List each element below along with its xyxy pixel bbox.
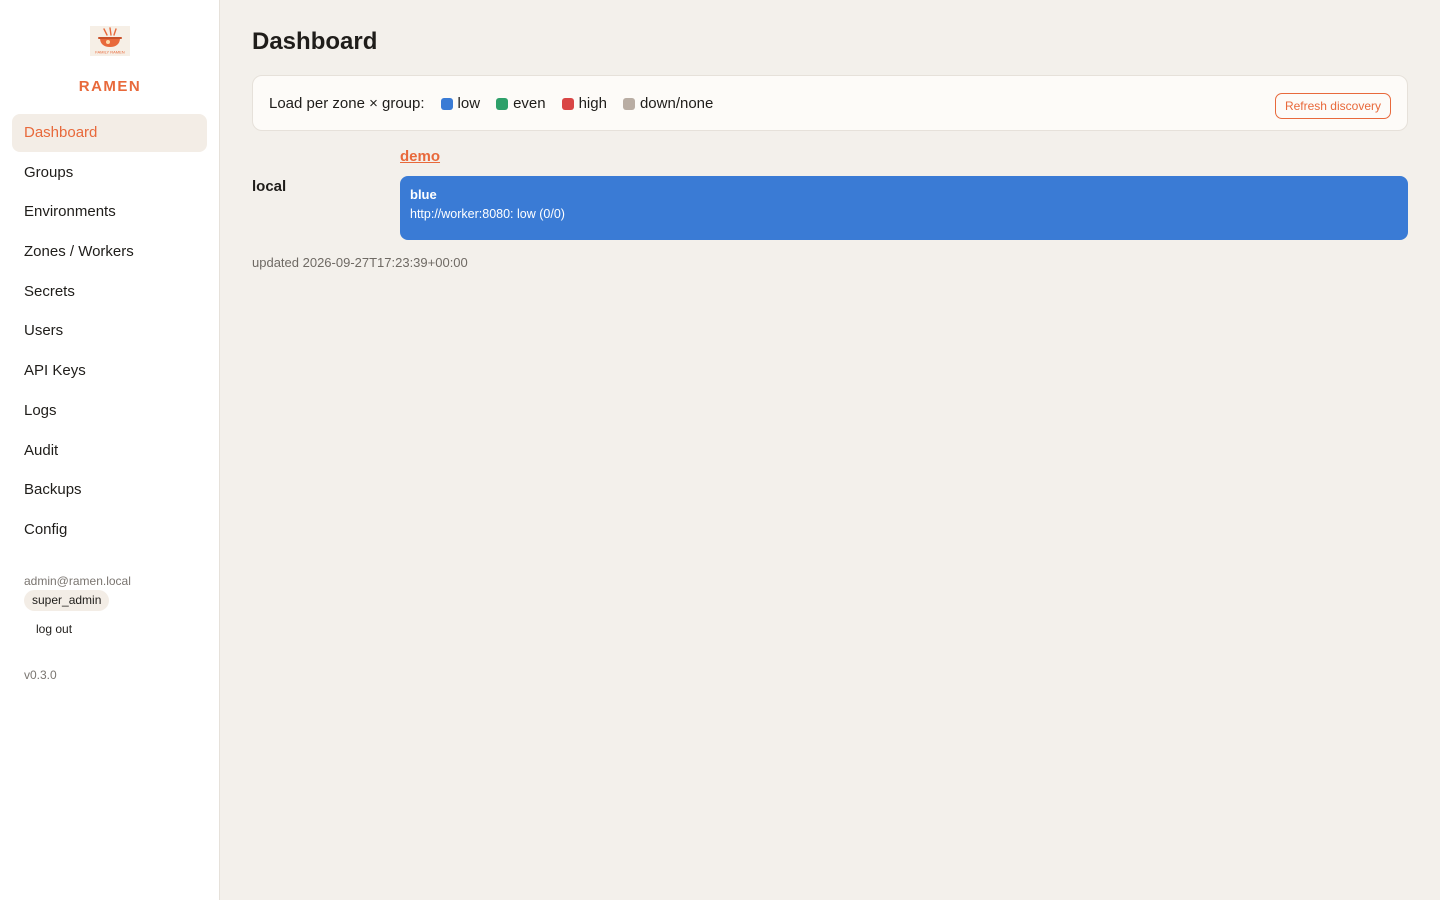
- legend-swatch-high: [561, 97, 574, 110]
- legend-swatch-down: [622, 97, 635, 110]
- legend-swatch-low: [440, 97, 453, 110]
- app-version: v0.3.0: [24, 668, 57, 682]
- refresh-discovery-button[interactable]: Refresh discovery: [1274, 93, 1391, 119]
- sidebar-item-logs[interactable]: Logs: [12, 392, 207, 430]
- sidebar-item-users[interactable]: Users: [12, 312, 207, 350]
- zone-group-cell[interactable]: blue http://worker:8080: low (0/0): [400, 176, 1408, 240]
- user-email: admin@ramen.local: [24, 574, 131, 588]
- zone-label: local: [252, 178, 287, 195]
- legend-title: Load per zone × group:: [269, 95, 425, 112]
- legend-label-high: high: [578, 95, 607, 112]
- sidebar-item-environments[interactable]: Environments: [12, 193, 207, 231]
- sidebar-item-audit[interactable]: Audit: [12, 432, 207, 470]
- brand-name: RAMEN: [78, 78, 142, 95]
- sidebar-item-dashboard[interactable]: Dashboard: [12, 114, 207, 152]
- sidebar-item-groups[interactable]: Groups: [12, 154, 207, 192]
- sidebar-item-secrets[interactable]: Secrets: [12, 273, 207, 311]
- cell-worker-status: http://worker:8080: low (0/0): [410, 207, 565, 221]
- page-title: Dashboard: [252, 28, 378, 55]
- sidebar: FAMILY RAMEN RAMEN Dashboard Groups Envi…: [0, 0, 220, 900]
- role-badge: super_admin: [24, 590, 110, 611]
- group-link-demo[interactable]: demo: [400, 148, 440, 165]
- sidebar-item-backups[interactable]: Backups: [12, 471, 207, 509]
- legend-item-low: low: [440, 95, 481, 112]
- legend-card: Load per zone × group: low even high dow…: [252, 75, 1408, 131]
- sidebar-item-api-keys[interactable]: API Keys: [12, 352, 207, 390]
- legend-item-high: high: [561, 95, 607, 112]
- cell-environment: blue: [410, 187, 437, 202]
- sidebar-item-config[interactable]: Config: [12, 511, 207, 549]
- load-legend: Load per zone × group: low even high dow…: [269, 95, 729, 112]
- sidebar-nav: Dashboard Groups Environments Zones / Wo…: [12, 114, 207, 551]
- logo-wrap: FAMILY RAMEN: [0, 26, 220, 58]
- sidebar-item-zones-workers[interactable]: Zones / Workers: [12, 233, 207, 271]
- legend-item-even: even: [496, 95, 546, 112]
- legend-label-even: even: [513, 95, 546, 112]
- logo-text: FAMILY RAMEN: [95, 50, 125, 55]
- legend-swatch-even: [496, 97, 509, 110]
- legend-label-low: low: [457, 95, 481, 112]
- logout-button[interactable]: log out: [36, 622, 72, 636]
- legend-label-down: down/none: [639, 95, 714, 112]
- ramen-bowl-logo: FAMILY RAMEN: [90, 26, 130, 56]
- updated-timestamp: updated 2026-09-27T17:23:39+00:00: [252, 255, 468, 270]
- legend-item-down: down/none: [622, 95, 714, 112]
